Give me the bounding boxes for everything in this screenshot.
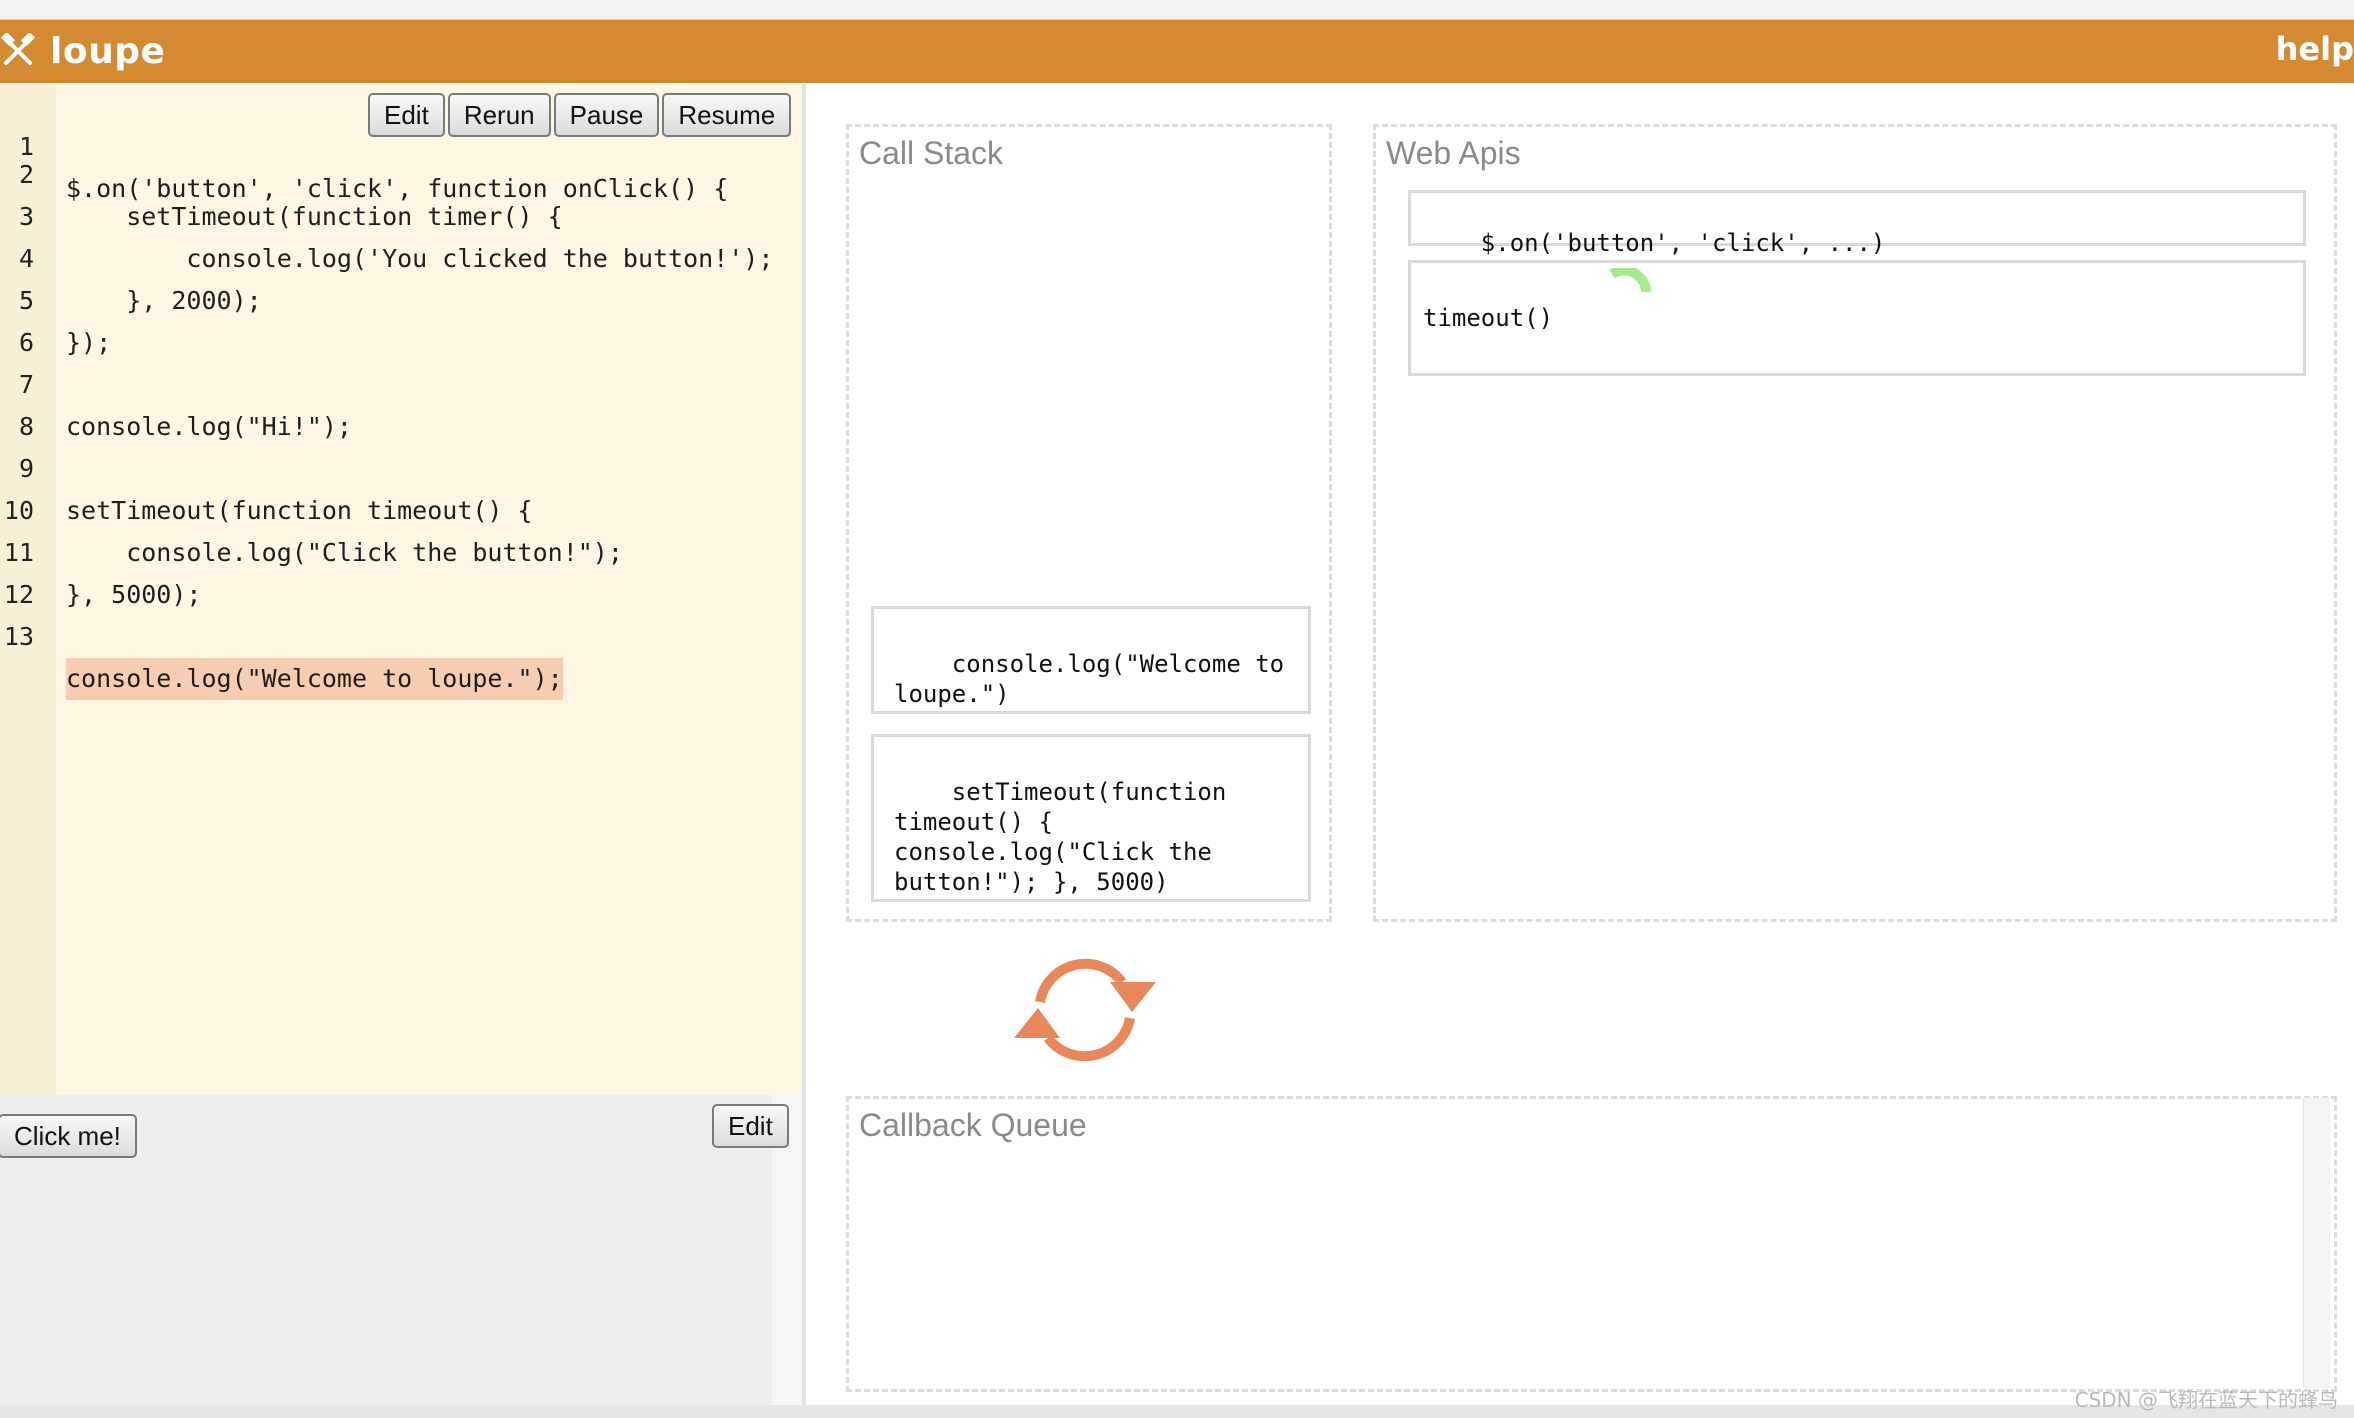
- code-line[interactable]: 8: [0, 364, 802, 441]
- code-line[interactable]: 7 console.log("Hi!");: [0, 322, 802, 441]
- click-me-button[interactable]: Click me!: [0, 1114, 137, 1158]
- web-api-item: $.on('button', 'click', ...): [1408, 190, 2306, 257]
- app-logo[interactable]: loupe: [0, 30, 166, 72]
- code-line[interactable]: 5 });: [0, 238, 802, 357]
- app-title: loupe: [50, 30, 166, 72]
- line-number: 13: [3, 622, 34, 651]
- tools-icon: [0, 33, 36, 65]
- code-editor[interactable]: 1 $.on('button', 'click', function onCli…: [0, 84, 802, 1095]
- code-line[interactable]: 11 }, 5000);: [0, 490, 802, 609]
- resume-button[interactable]: Resume: [662, 93, 792, 137]
- help-link[interactable]: help: [2276, 30, 2354, 68]
- code-line[interactable]: 10 console.log("Click the button!");: [0, 448, 802, 567]
- callback-queue-title: Callback Queue: [859, 1107, 1087, 1143]
- watermark: CSDN @飞翔在蓝天下的蜂鸟: [2074, 1388, 2338, 1412]
- web-apis-title: Web Apis: [1386, 135, 1521, 171]
- code-line[interactable]: 4 }, 2000);: [0, 196, 802, 315]
- call-stack-frame: setTimeout(function timeout() { console.…: [871, 734, 1311, 902]
- rerun-button[interactable]: Rerun: [447, 93, 551, 137]
- web-api-text: timeout(): [1423, 304, 1554, 332]
- browser-top-strip: [0, 0, 2354, 20]
- web-api-item: timeout(): [1408, 260, 2306, 376]
- call-stack-title: Call Stack: [859, 135, 1004, 171]
- code-text-highlighted: console.log("Welcome to loupe.");: [66, 658, 563, 700]
- editor-toolbar: Edit Rerun Pause Resume: [368, 93, 792, 137]
- bottom-strip: [0, 1405, 2354, 1418]
- callback-queue-panel: Callback Queue: [846, 1096, 2337, 1392]
- pause-button[interactable]: Pause: [553, 93, 660, 137]
- pane-divider[interactable]: [802, 84, 806, 1418]
- preview-edit-button[interactable]: Edit: [712, 1104, 789, 1148]
- web-apis-panel: Web Apis $.on('button', 'click', ...) ti…: [1373, 124, 2337, 922]
- call-stack-panel: Call Stack console.log("Welcome to loupe…: [846, 124, 1332, 922]
- frame-text: console.log("Welcome to loupe."): [894, 650, 1299, 708]
- code-line[interactable]: 9 setTimeout(function timeout() {: [0, 406, 802, 525]
- frame-text: setTimeout(function timeout() { console.…: [894, 778, 1241, 896]
- timer-progress-icon: [1609, 268, 1651, 293]
- event-loop-icon: [1014, 958, 1156, 1062]
- call-stack-frame: console.log("Welcome to loupe."): [871, 606, 1311, 714]
- code-line[interactable]: 12: [0, 532, 802, 609]
- code-line[interactable]: 3 console.log('You clicked the button!')…: [0, 154, 802, 273]
- code-line[interactable]: 6: [0, 280, 802, 357]
- web-api-text: $.on('button', 'click', ...): [1480, 229, 1886, 257]
- edit-button[interactable]: Edit: [368, 93, 445, 137]
- code-line-highlighted[interactable]: 13 console.log("Welcome to loupe.");: [0, 574, 802, 700]
- callback-queue-scrollbar[interactable]: [2303, 1098, 2330, 1388]
- app-header: [0, 20, 2354, 83]
